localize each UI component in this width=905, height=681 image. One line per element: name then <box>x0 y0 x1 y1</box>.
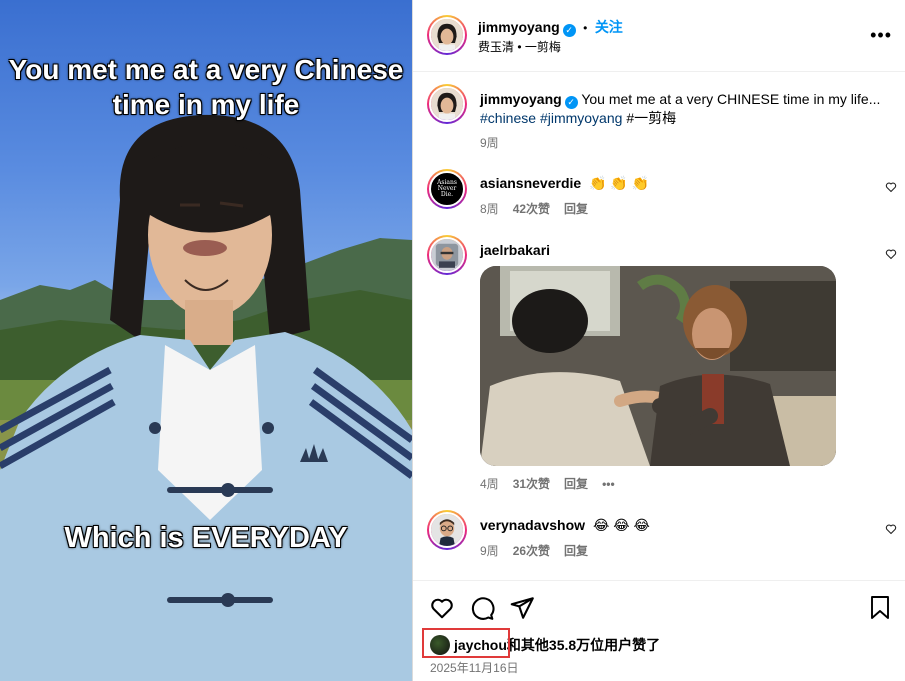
comment-more-icon[interactable]: ••• <box>602 477 615 491</box>
likes-count-text[interactable]: 和其他35.8万位用户赞了 <box>507 637 660 653</box>
comment-like-heart-icon[interactable] <box>885 181 897 193</box>
save-bookmark-icon[interactable] <box>868 595 892 621</box>
comment-body: jaelrbakari <box>480 241 550 259</box>
comment-like-heart-icon[interactable] <box>885 523 897 535</box>
comment-likes[interactable]: 42次赞 <box>513 202 550 216</box>
caption-author-avatar[interactable] <box>427 84 467 124</box>
hashtag-jimmyoyang[interactable]: #jimmyoyang <box>540 110 622 126</box>
author-avatar-image <box>431 19 463 51</box>
comment-username[interactable]: jaelrbakari <box>480 242 550 258</box>
post-media[interactable]: You met me at a very Chinese time in my … <box>0 0 412 681</box>
comment-likes[interactable]: 31次赞 <box>513 477 550 491</box>
separator-dot: • <box>583 21 588 35</box>
video-caption-top: You met me at a very Chinese time in my … <box>8 54 404 120</box>
comment-text: 😂 😂 😂 <box>592 517 650 533</box>
reply-button[interactable]: 回复 <box>564 477 588 491</box>
comment-avatar-jaelrbakari[interactable] <box>427 235 467 275</box>
comment-avatar-image <box>431 514 463 546</box>
reply-button[interactable]: 回复 <box>564 202 588 216</box>
comment-username[interactable]: verynadavshow <box>480 517 585 533</box>
caption-author-avatar-image <box>431 88 463 120</box>
post-date: 2025年11月16日 <box>430 661 519 675</box>
author-avatar[interactable] <box>427 15 467 55</box>
highlight-box <box>422 628 510 658</box>
comment-age: 8周 <box>480 202 499 216</box>
comment-username[interactable]: asiansneverdie <box>480 175 581 191</box>
hashtag-yijianmei[interactable]: #一剪梅 <box>626 110 676 126</box>
caption-username[interactable]: jimmyoyang <box>480 91 562 107</box>
comment-meta: 8周 42次赞 回复 <box>480 200 602 217</box>
hashtag-chinese[interactable]: #chinese <box>480 110 536 126</box>
more-options-icon[interactable]: ••• <box>870 25 892 46</box>
comment-text: 👏 👏 👏 <box>589 175 650 191</box>
verified-badge-icon: ✓ <box>562 24 576 37</box>
gif-image <box>480 266 836 466</box>
share-send-icon[interactable] <box>509 595 535 621</box>
comment-age: 9周 <box>480 544 499 558</box>
caption-text: You met me at a very CHINESE time in my … <box>581 91 881 107</box>
comment-age: 4周 <box>480 477 499 491</box>
post-header: jimmyoyang ✓ • 关注 费玉清 • 一剪梅 ••• <box>413 0 905 72</box>
comment-avatar-image <box>431 239 463 271</box>
comment-avatar-verynadavshow[interactable] <box>427 510 467 550</box>
comment-bubble-icon[interactable] <box>469 595 495 621</box>
comment-avatar-asiansneverdie[interactable]: Asians Never Die. <box>427 169 467 209</box>
caption-age: 9周 <box>480 136 499 150</box>
comment-likes[interactable]: 26次赞 <box>513 544 550 558</box>
comment-body: asiansneverdie 👏 👏 👏 <box>480 174 649 192</box>
comment-meta: 4周 31次赞 回复 ••• <box>480 475 629 492</box>
reply-button[interactable]: 回复 <box>564 544 588 558</box>
caption-body: jimmyoyang ✓ You met me at a very CHINESE… <box>480 90 890 127</box>
video-caption-bottom: Which is EVERYDAY <box>64 522 348 554</box>
comment-meta: 9周 26次赞 回复 <box>480 542 602 559</box>
follow-button[interactable]: 关注 <box>595 19 623 35</box>
like-heart-icon[interactable] <box>429 595 455 621</box>
comment-body: verynadavshow 😂 😂 😂 <box>480 516 650 534</box>
author-username[interactable]: jimmyoyang <box>478 19 560 35</box>
comment-gif[interactable] <box>480 266 836 466</box>
post-panel: jimmyoyang ✓ • 关注 费玉清 • 一剪梅 ••• jimmyoyan… <box>412 0 905 681</box>
comment-like-heart-icon[interactable] <box>885 248 897 260</box>
audio-track[interactable]: 费玉清 • 一剪梅 <box>478 38 561 55</box>
verified-badge-icon: ✓ <box>564 96 578 109</box>
avatar-logo-text: Asians Never Die. <box>437 179 457 198</box>
